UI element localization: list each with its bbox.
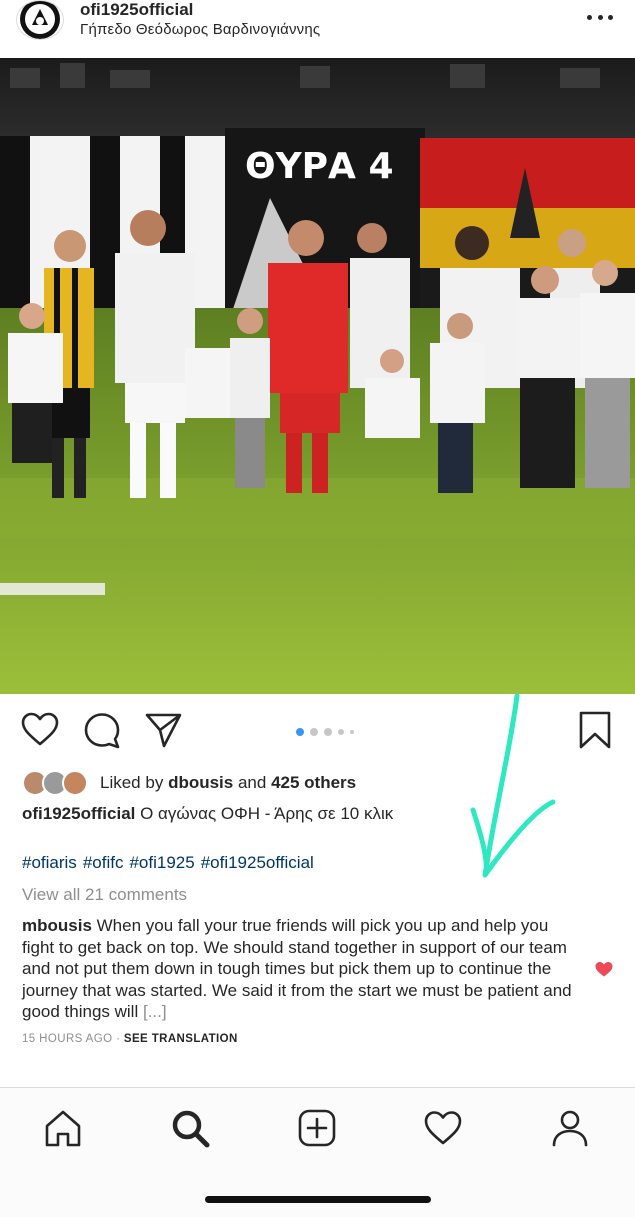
- hashtags: #ofiaris #ofifc #ofi1925 #ofi1925officia…: [22, 853, 314, 873]
- comment-more[interactable]: [...]: [143, 1002, 167, 1021]
- post-header: ofi1925official Γήπεδο Θεόδωρος Βαρδινογ…: [0, 0, 635, 58]
- club-logo-avatar[interactable]: [16, 0, 64, 40]
- comment-text: When you fall your true friends will pic…: [22, 916, 572, 1021]
- hashtag-link[interactable]: #ofifc: [83, 853, 124, 873]
- carousel-dot: [338, 729, 344, 735]
- comment-icon[interactable]: [82, 710, 122, 750]
- bookmark-icon[interactable]: [575, 710, 615, 750]
- see-translation-link[interactable]: SEE TRANSLATION: [124, 1033, 238, 1045]
- avatar: [62, 770, 88, 796]
- comment-like-heart-icon[interactable]: [595, 961, 613, 977]
- caption-text: Ο αγώνας ΟΦΗ - Άρης σε 10 κλικ: [140, 804, 394, 823]
- view-all-comments-link[interactable]: View all 21 comments: [22, 885, 187, 905]
- likes-text: Liked by dbousis and 425 others: [100, 773, 357, 792]
- carousel-dot: [296, 728, 304, 736]
- post-photo[interactable]: ΘΥΡΑ 4: [0, 58, 635, 694]
- heart-icon[interactable]: [20, 710, 60, 750]
- liker-avatars: [22, 770, 94, 796]
- comment-username[interactable]: mbousis: [22, 916, 92, 935]
- profile-icon[interactable]: [550, 1108, 590, 1148]
- more-options-icon[interactable]: [587, 10, 613, 24]
- likes-row[interactable]: Liked by dbousis and 425 others: [22, 770, 356, 796]
- hashtag-link[interactable]: #ofiaris: [22, 853, 77, 873]
- home-indicator: [205, 1196, 431, 1203]
- search-icon[interactable]: [170, 1108, 210, 1148]
- post-meta: 15 HOURS AGO · SEE TRANSLATION: [22, 1033, 238, 1045]
- club-logo-icon: [20, 1, 60, 39]
- liker-username[interactable]: dbousis: [168, 773, 233, 792]
- comment: mbousis When you fall your true friends …: [22, 915, 577, 1023]
- post-caption: ofi1925official Ο αγώνας ΟΦΗ - Άρης σε 1…: [22, 804, 393, 824]
- hashtag-link[interactable]: #ofi1925official: [201, 853, 314, 873]
- banner-text: ΘΥΡΑ 4: [245, 146, 394, 187]
- post-location[interactable]: Γήπεδο Θεόδωρος Βαρδινογιάννης: [80, 21, 320, 38]
- post-timestamp: 15 HOURS AGO: [22, 1033, 113, 1045]
- annotation-arrow: [470, 693, 556, 878]
- hashtag-link[interactable]: #ofi1925: [129, 853, 194, 873]
- add-icon[interactable]: [297, 1108, 337, 1148]
- carousel-dot: [324, 728, 332, 736]
- likes-count[interactable]: 425 others: [271, 773, 356, 792]
- carousel-dot: [310, 728, 318, 736]
- carousel-dot: [350, 730, 354, 734]
- share-icon[interactable]: [143, 710, 183, 750]
- activity-icon[interactable]: [423, 1108, 463, 1148]
- home-icon[interactable]: [43, 1108, 83, 1148]
- carousel-indicator: [296, 728, 354, 736]
- caption-username[interactable]: ofi1925official: [22, 804, 135, 823]
- post-username[interactable]: ofi1925official: [80, 0, 193, 20]
